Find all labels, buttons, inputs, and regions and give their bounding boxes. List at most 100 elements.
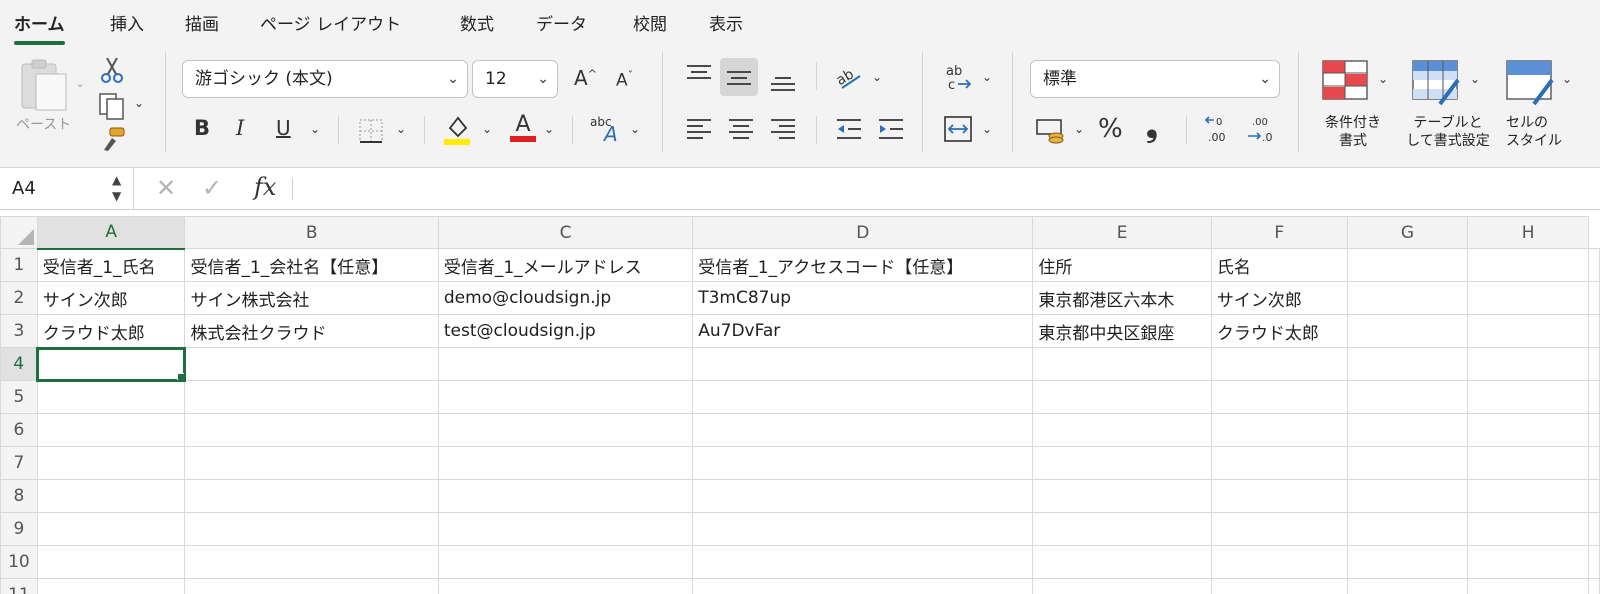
shrink-font-icon[interactable]: Aˇ — [616, 70, 633, 90]
cell-G11[interactable] — [1346, 578, 1469, 594]
cell-A1[interactable]: 受信者_1_氏名 — [36, 248, 186, 282]
cell-overflow[interactable] — [1588, 545, 1600, 579]
select-all-corner[interactable] — [0, 216, 38, 249]
format-as-table-chevron-icon[interactable]: ⌄ — [1470, 72, 1480, 86]
font-size-select[interactable]: 12 ⌄ — [472, 60, 558, 98]
cell-F7[interactable] — [1210, 446, 1348, 480]
tab-review[interactable]: 校閲 — [633, 10, 667, 35]
name-box-arrows-icon[interactable]: ▲ ▼ — [112, 172, 121, 204]
cell-E1[interactable]: 住所 — [1032, 248, 1212, 282]
cell-G5[interactable] — [1346, 380, 1469, 414]
cell-overflow[interactable] — [1588, 281, 1600, 315]
wrap-text-chevron-icon[interactable]: ⌄ — [982, 70, 992, 84]
cell-G10[interactable] — [1346, 545, 1469, 579]
cell-G9[interactable] — [1346, 512, 1469, 546]
cell-E6[interactable] — [1032, 413, 1212, 447]
row-header[interactable]: 2 — [0, 281, 38, 315]
column-header[interactable]: E — [1032, 216, 1212, 249]
align-left-icon[interactable] — [686, 118, 712, 140]
cell-A9[interactable] — [36, 512, 186, 546]
cell-B11[interactable] — [184, 578, 439, 594]
cell-overflow[interactable] — [1588, 347, 1600, 381]
row-header[interactable]: 7 — [0, 446, 38, 480]
cell-D10[interactable] — [692, 545, 1034, 579]
decrease-indent-icon[interactable] — [836, 118, 862, 140]
cancel-formula-icon[interactable]: ✕ — [156, 174, 176, 202]
cell-A11[interactable] — [36, 578, 186, 594]
conditional-formatting-chevron-icon[interactable]: ⌄ — [1378, 72, 1388, 86]
column-header[interactable]: A — [36, 216, 186, 250]
cell-D5[interactable] — [692, 380, 1034, 414]
cell-styles-chevron-icon[interactable]: ⌄ — [1562, 72, 1572, 86]
copy-chevron-icon[interactable]: ⌄ — [134, 96, 144, 110]
cell-F2[interactable]: サイン次郎 — [1210, 281, 1348, 315]
decrease-decimal-icon[interactable]: .00 .0 — [1246, 114, 1278, 146]
row-header[interactable]: 4 — [0, 347, 39, 381]
align-top-icon[interactable] — [686, 64, 712, 86]
percent-style-button[interactable]: % — [1098, 116, 1123, 142]
cell-A7[interactable] — [36, 446, 186, 480]
cell-G4[interactable] — [1346, 347, 1469, 381]
cell-B7[interactable] — [184, 446, 439, 480]
cell-A4[interactable] — [36, 346, 186, 382]
cell-C8[interactable] — [437, 479, 694, 513]
cell-F8[interactable] — [1210, 479, 1348, 513]
cell-H5[interactable] — [1467, 380, 1589, 414]
cell-A6[interactable] — [36, 413, 186, 447]
cell-overflow[interactable] — [1588, 248, 1600, 282]
cell-C3[interactable]: test@cloudsign.jp — [437, 314, 694, 348]
cell-overflow[interactable] — [1588, 578, 1600, 594]
cell-B2[interactable]: サイン株式会社 — [184, 281, 439, 315]
cell-A3[interactable]: クラウド太郎 — [36, 314, 186, 348]
cell-D9[interactable] — [692, 512, 1034, 546]
orientation-icon[interactable]: ab — [834, 62, 864, 92]
cell-D8[interactable] — [692, 479, 1034, 513]
cell-C6[interactable] — [437, 413, 694, 447]
enter-formula-icon[interactable]: ✓ — [202, 174, 222, 202]
paste-icon[interactable] — [20, 58, 72, 114]
cell-C11[interactable] — [437, 578, 694, 594]
cell-B9[interactable] — [184, 512, 439, 546]
tab-draw[interactable]: 描画 — [185, 10, 219, 35]
row-header[interactable]: 1 — [0, 248, 38, 282]
tab-formulas[interactable]: 数式 — [460, 10, 494, 35]
merge-center-chevron-icon[interactable]: ⌄ — [982, 122, 992, 136]
cell-E7[interactable] — [1032, 446, 1212, 480]
cell-D4[interactable] — [692, 347, 1034, 381]
formula-input[interactable] — [300, 172, 1600, 206]
cell-A5[interactable] — [36, 380, 186, 414]
cell-A2[interactable]: サイン次郎 — [36, 281, 186, 315]
cell-D1[interactable]: 受信者_1_アクセスコード【任意】 — [692, 248, 1034, 282]
orientation-chevron-icon[interactable]: ⌄ — [872, 70, 882, 84]
cell-B4[interactable] — [184, 347, 439, 381]
cell-F4[interactable] — [1210, 347, 1348, 381]
cell-F5[interactable] — [1210, 380, 1348, 414]
bold-button[interactable]: B — [194, 118, 210, 139]
cell-H1[interactable] — [1467, 248, 1589, 282]
tab-view[interactable]: 表示 — [709, 10, 743, 35]
cell-D2[interactable]: T3mC87up — [692, 281, 1034, 315]
phonetic-chevron-icon[interactable]: ⌄ — [630, 122, 640, 136]
cell-overflow[interactable] — [1588, 314, 1600, 348]
cell-G6[interactable] — [1346, 413, 1469, 447]
align-center-icon[interactable] — [728, 118, 754, 140]
tab-home[interactable]: ホーム — [14, 10, 65, 45]
cell-C4[interactable] — [437, 347, 694, 381]
cell-H10[interactable] — [1467, 545, 1589, 579]
cell-E4[interactable] — [1032, 347, 1212, 381]
cell-G2[interactable] — [1346, 281, 1469, 315]
merge-center-icon[interactable] — [944, 116, 972, 142]
cell-B5[interactable] — [184, 380, 439, 414]
borders-chevron-icon[interactable]: ⌄ — [396, 122, 406, 136]
cell-E3[interactable]: 東京都中央区銀座 — [1032, 314, 1212, 348]
cell-E5[interactable] — [1032, 380, 1212, 414]
align-right-icon[interactable] — [770, 118, 796, 140]
cell-C5[interactable] — [437, 380, 694, 414]
cell-C7[interactable] — [437, 446, 694, 480]
cell-H2[interactable] — [1467, 281, 1589, 315]
cell-H9[interactable] — [1467, 512, 1589, 546]
column-header[interactable]: H — [1467, 216, 1589, 249]
italic-button[interactable]: I — [236, 118, 244, 139]
column-header[interactable]: D — [692, 216, 1034, 249]
fill-color-icon[interactable] — [444, 114, 472, 146]
